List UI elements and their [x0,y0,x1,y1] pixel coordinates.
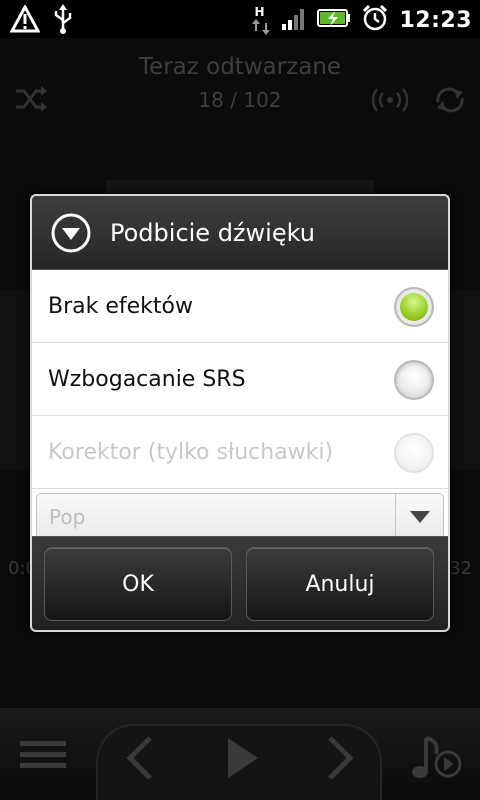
dialog-title: Podbicie dźwięku [110,218,315,247]
dialog-header: Podbicie dźwięku [32,196,448,270]
previous-icon[interactable] [122,734,158,782]
menu-icon[interactable] [18,738,68,772]
alarm-icon [361,4,389,36]
repeat-icon[interactable] [434,86,466,118]
status-bar: H 12:23 [0,0,480,38]
option-label: Wzbogacanie SRS [48,366,246,392]
network-badge: H [254,5,265,19]
play-icon[interactable] [222,734,262,782]
option-label: Korektor (tylko słuchawki) [48,439,334,465]
radio-selected[interactable] [394,287,434,327]
radio-disabled [394,433,434,473]
broadcast-icon[interactable] [371,88,409,116]
next-icon[interactable] [322,734,358,782]
dialog-button-bar: OK Anuluj [32,536,448,630]
equalizer-preset-select: Pop [36,493,444,541]
ok-button[interactable]: OK [44,547,232,621]
battery-charging-icon [317,8,351,32]
option-srs-enhancement[interactable]: Wzbogacanie SRS [32,343,448,416]
option-no-effects[interactable]: Brak efektów [32,270,448,343]
option-label: Brak efektów [48,293,193,319]
hspa-data-icon: H [251,5,271,35]
warning-icon [9,3,41,37]
total-time: 32 [449,558,472,579]
music-library-icon[interactable] [410,730,464,786]
equalizer-preset-value: Pop [49,505,86,529]
radio-unselected[interactable] [394,360,434,400]
track-counter: 18 / 102 [198,88,282,112]
cancel-button[interactable]: Anuluj [246,547,434,621]
chevron-down-circle-icon [50,212,92,254]
dropdown-arrow-icon [395,494,443,540]
usb-icon [52,4,74,38]
previous-album-art [0,290,30,470]
shuffle-icon[interactable] [14,86,48,116]
status-clock: 12:23 [399,7,472,33]
next-album-art [450,290,480,470]
signal-icon [281,6,307,34]
now-playing-title: Teraz odtwarzane [138,54,342,80]
playback-control-bar [0,708,480,800]
sound-enhancement-dialog: Podbicie dźwięku Brak efektów Wzbogacani… [30,194,450,632]
option-equalizer-headphones: Korektor (tylko słuchawki) [32,416,448,489]
